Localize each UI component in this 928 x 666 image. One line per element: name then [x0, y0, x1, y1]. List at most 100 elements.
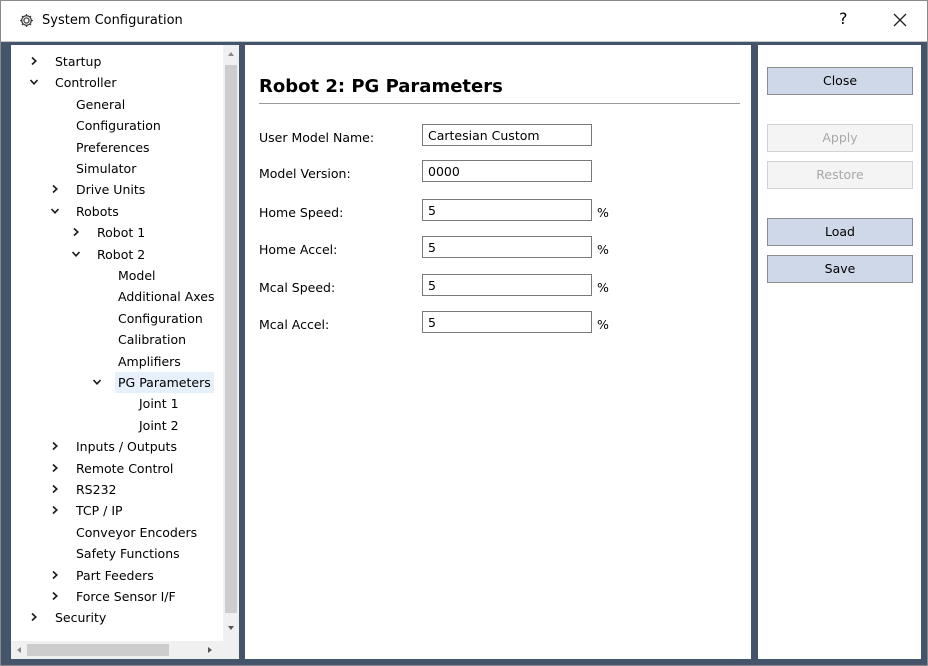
close-button[interactable]: Close — [767, 67, 913, 95]
tree-item-part-feeders[interactable]: Part Feeders — [11, 565, 223, 586]
tree-item-joint-1[interactable]: Joint 1 — [11, 393, 223, 414]
model-version-label: Model Version: — [259, 166, 351, 181]
mcal-accel-unit: % — [597, 317, 609, 332]
mcal-accel-input[interactable] — [422, 311, 592, 333]
tree-item-preferences[interactable]: Preferences — [11, 137, 223, 158]
tree-item-label: Controller — [55, 75, 117, 91]
tree-item-tcp-ip[interactable]: TCP / IP — [11, 500, 223, 521]
home-speed-unit: % — [597, 205, 609, 220]
model-version-input[interactable] — [422, 160, 592, 182]
chevron-right-icon[interactable] — [50, 484, 60, 494]
scroll-down-icon[interactable] — [226, 623, 236, 633]
mcal-speed-input[interactable] — [422, 274, 592, 296]
chevron-right-icon[interactable] — [50, 591, 60, 601]
tree-item-conveyor-encoders[interactable]: Conveyor Encoders — [11, 522, 223, 543]
tree-item-simulator[interactable]: Simulator — [11, 158, 223, 179]
chevron-down-icon[interactable] — [29, 77, 39, 87]
tree-horizontal-scrollbar[interactable] — [11, 641, 239, 659]
tree-item-amplifiers[interactable]: Amplifiers — [11, 351, 223, 372]
chevron-right-icon[interactable] — [50, 505, 60, 515]
tree-item-label: Remote Control — [76, 460, 174, 476]
tree-item-label: Model — [118, 268, 156, 283]
tree-item-controller[interactable]: Controller — [11, 72, 223, 93]
tree-item-label: Amplifiers — [118, 353, 181, 369]
home-accel-label: Home Accel: — [259, 242, 338, 257]
tree-item-security[interactable]: Security — [11, 607, 223, 628]
scroll-left-icon[interactable] — [14, 645, 24, 655]
scroll-up-icon[interactable] — [226, 49, 236, 59]
tree-item-label: Robot 2 — [97, 246, 146, 262]
tree-item-startup[interactable]: Startup — [11, 51, 223, 72]
tree-item-robot-1[interactable]: Robot 1 — [11, 222, 223, 243]
tree-item-robot-2[interactable]: Robot 2 — [11, 244, 223, 265]
load-button[interactable]: Load — [767, 218, 913, 246]
chevron-down-icon[interactable] — [71, 249, 81, 259]
tree-item-label: Part Feeders — [76, 567, 154, 583]
chevron-right-icon[interactable] — [50, 184, 60, 194]
save-button[interactable]: Save — [767, 255, 913, 283]
user-model-name-input[interactable] — [422, 124, 592, 146]
tree-item-label: Simulator — [76, 161, 137, 176]
window-title: System Configuration — [42, 13, 183, 28]
user-model-name-label: User Model Name: — [259, 130, 375, 145]
tree-item-configuration[interactable]: Configuration — [11, 308, 223, 329]
home-speed-label: Home Speed: — [259, 205, 344, 220]
tree-item-label: PG Parameters — [115, 372, 214, 393]
title-divider — [259, 103, 740, 104]
tree-item-configuration[interactable]: Configuration — [11, 115, 223, 136]
scroll-thumb-vertical[interactable] — [225, 65, 237, 613]
tree-item-safety-functions[interactable]: Safety Functions — [11, 543, 223, 564]
close-window-icon[interactable] — [889, 9, 911, 31]
title-bar: System Configuration ? — [1, 1, 927, 42]
tree-item-label: RS232 — [76, 482, 117, 497]
chevron-down-icon[interactable] — [92, 377, 102, 387]
restore-button[interactable]: Restore — [767, 161, 913, 189]
tree-item-label: Joint 1 — [139, 396, 179, 412]
apply-button[interactable]: Apply — [767, 124, 913, 152]
mcal-speed-unit: % — [597, 280, 609, 295]
page-title: Robot 2: PG Parameters — [259, 76, 503, 97]
chevron-right-icon[interactable] — [50, 570, 60, 580]
tree-item-robots[interactable]: Robots — [11, 201, 223, 222]
tree-item-general[interactable]: General — [11, 94, 223, 115]
tree-item-label: Drive Units — [76, 182, 146, 198]
tree-item-calibration[interactable]: Calibration — [11, 329, 223, 350]
chevron-right-icon[interactable] — [71, 227, 81, 237]
settings-content: Robot 2: PG Parameters User Model Name: … — [245, 45, 751, 659]
tree-item-label: Joint 2 — [139, 417, 179, 433]
home-accel-unit: % — [597, 242, 609, 257]
tree-item-label: Configuration — [118, 310, 203, 326]
home-speed-input[interactable] — [422, 199, 592, 221]
mcal-speed-label: Mcal Speed: — [259, 280, 336, 295]
chevron-down-icon[interactable] — [50, 206, 60, 216]
tree-item-joint-2[interactable]: Joint 2 — [11, 415, 223, 436]
tree-item-additional-axes[interactable]: Additional Axes — [11, 286, 223, 307]
tree-item-rs232[interactable]: RS232 — [11, 479, 223, 500]
home-accel-input[interactable] — [422, 236, 592, 258]
tree-item-label: TCP / IP — [76, 503, 123, 519]
chevron-right-icon[interactable] — [50, 441, 60, 451]
chevron-right-icon[interactable] — [29, 56, 39, 66]
action-panel: Close Apply Restore Load Save — [758, 45, 921, 659]
tree-item-remote-control[interactable]: Remote Control — [11, 458, 223, 479]
chevron-right-icon[interactable] — [29, 612, 39, 622]
scroll-right-icon[interactable] — [205, 645, 215, 655]
mcal-accel-label: Mcal Accel: — [259, 317, 330, 332]
tree-item-force-sensor-i-f[interactable]: Force Sensor I/F — [11, 586, 223, 607]
scroll-thumb-horizontal[interactable] — [27, 644, 169, 656]
tree-item-label: General — [76, 96, 126, 112]
tree-item-drive-units[interactable]: Drive Units — [11, 179, 223, 200]
tree-item-label: Configuration — [76, 118, 161, 134]
gear-icon — [20, 14, 33, 27]
tree-item-pg-parameters[interactable]: PG Parameters — [11, 372, 223, 393]
help-button[interactable]: ? — [839, 9, 848, 28]
tree-item-label: Preferences — [76, 139, 150, 155]
settings-tree: Startup Controller General Configuration Pre… — [11, 45, 239, 659]
tree-item-label: Robots — [76, 203, 119, 219]
tree-item-label: Security — [55, 610, 107, 626]
chevron-right-icon[interactable] — [50, 463, 60, 473]
tree-item-label: Calibration — [118, 332, 187, 348]
tree-vertical-scrollbar[interactable] — [223, 45, 239, 641]
tree-item-inputs-outputs[interactable]: Inputs / Outputs — [11, 436, 223, 457]
tree-item-model[interactable]: Model — [11, 265, 223, 286]
